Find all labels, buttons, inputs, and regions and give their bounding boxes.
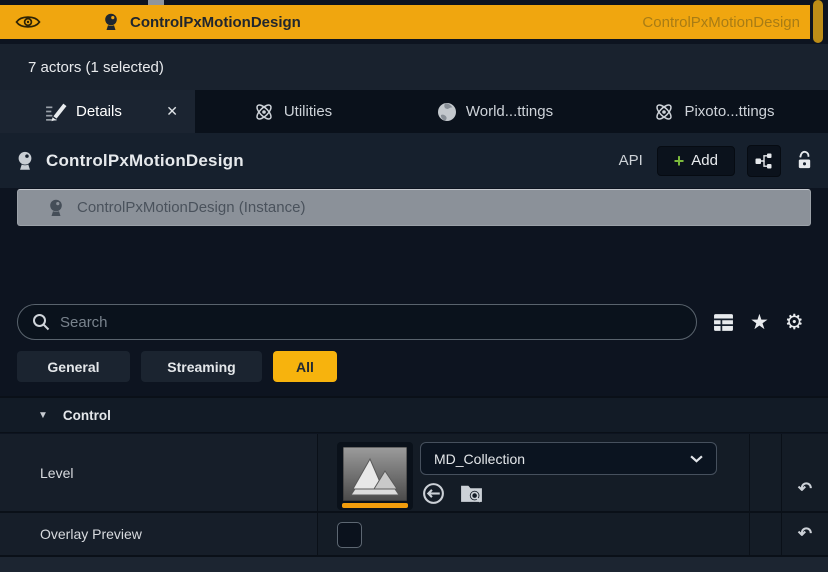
grid-spacer <box>750 513 782 555</box>
outliner-scrollbar[interactable] <box>810 0 828 45</box>
actor-count-text: 7 actors (1 selected) <box>28 59 164 76</box>
api-label[interactable]: API <box>619 152 643 169</box>
overlay-preview-label-cell: Overlay Preview <box>0 513 318 555</box>
instance-label: ControlPxMotionDesign (Instance) <box>77 199 305 216</box>
selected-actor-type: ControlPxMotionDesign <box>642 14 800 31</box>
outliner-status-bar: 7 actors (1 selected) <box>0 44 828 90</box>
settings-gear-icon[interactable]: ⚙ <box>785 312 804 333</box>
level-reset-cell: ↶ <box>782 434 828 511</box>
asset-tool-icons <box>421 481 484 506</box>
level-asset-value: MD_Collection <box>434 451 525 467</box>
tab-world-settings[interactable]: World...ttings <box>390 90 600 133</box>
header-actions: API + Add <box>619 145 814 177</box>
overlay-preview-checkbox[interactable] <box>337 522 362 548</box>
filter-all-button[interactable]: All <box>273 351 337 382</box>
selected-actor-name[interactable]: ControlPxMotionDesign <box>130 14 301 31</box>
cine-camera-icon <box>14 150 36 172</box>
favorites-star-icon[interactable]: ★ <box>750 312 769 333</box>
details-header: ControlPxMotionDesign API + Add <box>0 133 828 188</box>
tab-utilities-label[interactable]: Utilities <box>284 103 332 120</box>
pixoto-atom-icon <box>653 101 675 123</box>
tab-pixoto-settings[interactable]: Pixoto...ttings <box>600 90 828 133</box>
display-filter-grid-icon[interactable] <box>713 313 734 332</box>
chevron-down-icon <box>690 455 703 463</box>
overlay-reset-cell: ↶ <box>782 513 828 555</box>
section-label: Control <box>63 408 111 423</box>
unreal-details-panel: ControlPxMotionDesign ControlPxMotionDes… <box>0 0 828 572</box>
add-component-button[interactable]: + Add <box>657 146 735 176</box>
add-button-label: Add <box>691 152 718 169</box>
tab-bar: Details ✕ Utilities <box>0 90 828 133</box>
filter-button-row: General Streaming All <box>17 351 337 382</box>
use-selected-asset-icon[interactable] <box>421 481 446 506</box>
property-row-level: Level <box>0 434 828 513</box>
globe-icon <box>437 102 457 122</box>
tab-details[interactable]: Details ✕ <box>0 90 195 133</box>
search-row: ★ ⚙ <box>0 303 828 341</box>
overlay-preview-label: Overlay Preview <box>40 526 142 542</box>
collapse-triangle-icon[interactable]: ▼ <box>38 410 48 421</box>
outliner-selected-row[interactable]: ControlPxMotionDesign ControlPxMotionDes… <box>0 5 810 39</box>
property-grid: Level <box>0 434 828 572</box>
next-row-partial <box>0 557 828 572</box>
visibility-eye-icon[interactable] <box>15 14 41 30</box>
plus-icon: + <box>674 152 685 170</box>
cine-camera-icon <box>46 198 66 218</box>
open-padlock-icon <box>795 150 814 171</box>
reset-to-default-icon[interactable]: ↶ <box>798 524 812 544</box>
level-label: Level <box>40 465 73 481</box>
instance-row[interactable]: ControlPxMotionDesign (Instance) <box>17 189 811 226</box>
level-value-cell: MD_Collection <box>318 434 750 511</box>
utilities-atom-icon <box>253 101 275 123</box>
level-label-cell: Level <box>0 434 318 511</box>
cine-camera-icon <box>101 12 121 32</box>
details-pencil-icon <box>44 100 67 123</box>
close-tab-icon[interactable]: ✕ <box>166 103 178 120</box>
node-graph-icon <box>754 151 774 171</box>
scrollbar-thumb[interactable] <box>813 0 823 43</box>
tab-utilities[interactable]: Utilities <box>195 90 390 133</box>
mountains-icon <box>343 447 407 501</box>
filter-streaming-button[interactable]: Streaming <box>141 351 262 382</box>
browse-to-asset-icon[interactable] <box>459 482 484 505</box>
overlay-preview-value-cell <box>318 513 750 555</box>
search-input-container[interactable] <box>17 304 697 340</box>
filter-general-button[interactable]: General <box>17 351 130 382</box>
blueprint-hierarchy-button[interactable] <box>747 145 781 177</box>
search-icon <box>32 313 50 331</box>
tab-details-label[interactable]: Details <box>76 103 122 120</box>
details-title: ControlPxMotionDesign <box>46 151 244 171</box>
search-toolbar: ★ ⚙ <box>713 312 804 333</box>
tab-pixoto-settings-label[interactable]: Pixoto...ttings <box>684 103 774 120</box>
control-section-header[interactable]: ▼ Control <box>0 396 828 433</box>
reset-to-default-icon[interactable]: ↶ <box>798 479 812 499</box>
level-asset-thumbnail[interactable] <box>337 442 413 510</box>
tab-world-settings-label[interactable]: World...ttings <box>466 103 553 120</box>
thumbnail-underline <box>342 503 408 508</box>
lock-button[interactable] <box>795 150 814 171</box>
property-row-overlay-preview: Overlay Preview ↶ <box>0 513 828 557</box>
grid-spacer <box>750 434 782 511</box>
level-asset-dropdown[interactable]: MD_Collection <box>420 442 717 475</box>
search-input[interactable] <box>60 314 682 331</box>
